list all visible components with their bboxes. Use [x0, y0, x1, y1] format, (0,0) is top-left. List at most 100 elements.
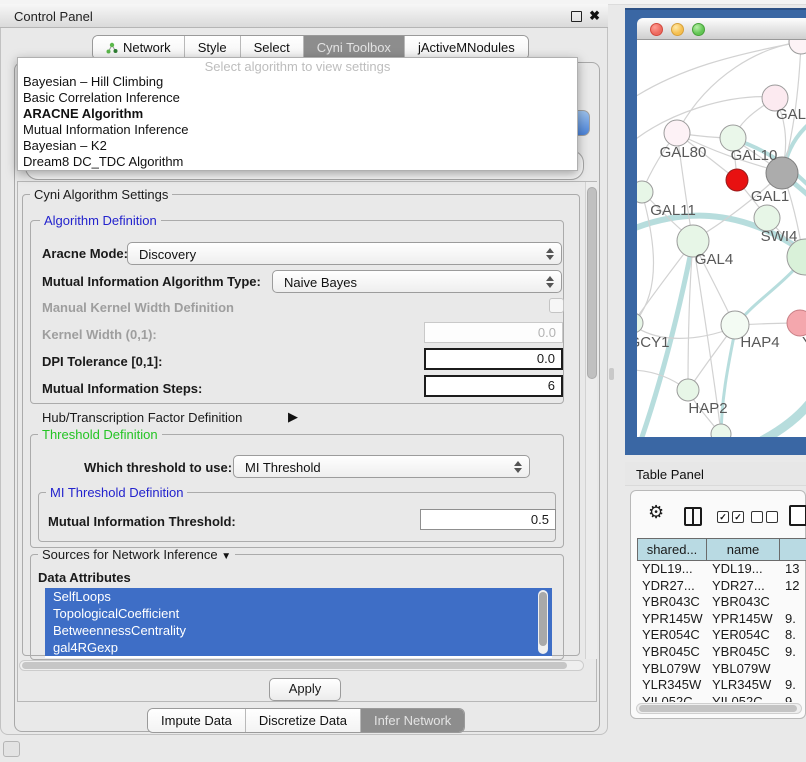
- settings-vertical-scrollbar[interactable]: [585, 182, 597, 659]
- columns-icon[interactable]: [684, 507, 702, 526]
- table-row[interactable]: YER054CYER054C8.: [637, 627, 806, 644]
- scrollbar-thumb[interactable]: [539, 592, 547, 646]
- tab-cyni-toolbox[interactable]: Cyni Toolbox: [303, 36, 404, 59]
- combo-stepper-icon: [546, 276, 554, 288]
- table-row[interactable]: YBL079WYBL079W: [637, 661, 806, 678]
- table-cell[interactable]: YIL052C: [637, 694, 707, 702]
- algorithm-option-basic-correlation-inference[interactable]: Basic Correlation Inference: [18, 90, 577, 106]
- export-table-icon[interactable]: [789, 505, 806, 526]
- scrollbar-thumb[interactable]: [639, 705, 797, 712]
- network-node[interactable]: [664, 120, 690, 146]
- attributes-list-scrollbar[interactable]: [538, 590, 548, 654]
- algorithm-option-aracne-algorithm[interactable]: ARACNE Algorithm: [18, 106, 577, 122]
- network-node[interactable]: [787, 310, 806, 336]
- tab-style[interactable]: Style: [184, 36, 240, 59]
- panel-divider-handle[interactable]: [609, 368, 614, 380]
- column-header-name[interactable]: name: [707, 538, 780, 561]
- table-cell[interactable]: YDR27...: [707, 578, 780, 595]
- attribute-item-gal4rgexp[interactable]: gal4RGexp: [45, 639, 552, 656]
- mi-algorithm-type-combo[interactable]: Naive Bayes: [272, 270, 562, 293]
- tab-network[interactable]: Network: [93, 36, 184, 59]
- settings-horizontal-scrollbar[interactable]: [19, 660, 584, 671]
- table-cell[interactable]: YBR043C: [637, 594, 707, 611]
- table-row[interactable]: YIL052CYIL052C9: [637, 694, 806, 702]
- network-canvas[interactable]: GALGAL80GAL10GAL1GAL11SWI4GAL4GCY1HAP4YH…: [637, 40, 806, 437]
- scrollbar-thumb[interactable]: [587, 187, 597, 379]
- table-cell[interactable]: YBR043C: [707, 594, 780, 611]
- tab-impute-data[interactable]: Impute Data: [148, 709, 245, 732]
- apply-button[interactable]: Apply: [269, 678, 341, 701]
- attribute-item-betweennesscentrality[interactable]: BetweennessCentrality: [45, 622, 552, 639]
- table-cell[interactable]: YDL19...: [637, 561, 707, 578]
- mi-threshold-field[interactable]: 0.5: [420, 509, 556, 530]
- manual-kernel-width-checkbox[interactable]: [549, 298, 564, 313]
- scrollbar-thumb[interactable]: [22, 662, 567, 669]
- dpi-tolerance-label: DPI Tolerance [0,1]:: [42, 354, 162, 369]
- close-icon[interactable]: ✖: [589, 8, 600, 24]
- hub-disclosure-arrow-icon[interactable]: ▶: [288, 409, 298, 425]
- table-cell[interactable]: 12: [780, 578, 806, 595]
- column-header-shared-[interactable]: shared...: [637, 538, 707, 561]
- tab-select[interactable]: Select: [240, 36, 303, 59]
- table-cell[interactable]: YDL19...: [707, 561, 780, 578]
- inference-algorithm-combo-fragment[interactable]: [576, 110, 590, 136]
- table-row[interactable]: YBR045CYBR045C9.: [637, 644, 806, 661]
- table-cell[interactable]: [780, 661, 806, 678]
- algorithm-option-dream8-dc-tdc-algorithm[interactable]: Dream8 DC_TDC Algorithm: [18, 154, 577, 170]
- tab-infer-network[interactable]: Infer Network: [360, 709, 464, 732]
- table-cell[interactable]: YIL052C: [707, 694, 780, 702]
- column-header-extra[interactable]: [780, 538, 806, 561]
- attribute-item-topologicalcoefficient[interactable]: TopologicalCoefficient: [45, 605, 552, 622]
- algorithm-option-bayesian-k2[interactable]: Bayesian – K2: [18, 138, 577, 154]
- table-row[interactable]: YBR043CYBR043C: [637, 594, 806, 611]
- hub-definition-label: Hub/Transcription Factor Definition: [42, 410, 242, 425]
- kernel-width-field[interactable]: 0.0: [424, 322, 563, 343]
- table-row[interactable]: YDR27...YDR27...12: [637, 578, 806, 595]
- network-node[interactable]: [726, 169, 748, 191]
- network-node[interactable]: [677, 379, 699, 401]
- table-cell[interactable]: [780, 594, 806, 611]
- table-cell[interactable]: YBR045C: [637, 644, 707, 661]
- table-cell[interactable]: 13: [780, 561, 806, 578]
- table-cell[interactable]: YLR345W: [637, 677, 707, 694]
- table-cell[interactable]: 9: [780, 694, 806, 702]
- table-horizontal-scrollbar[interactable]: [636, 703, 802, 714]
- table-cell[interactable]: YDR27...: [637, 578, 707, 595]
- table-cell[interactable]: YLR345W: [707, 677, 780, 694]
- tab-jactivemnodules[interactable]: jActiveMNodules: [404, 36, 528, 59]
- table-cell[interactable]: YER054C: [637, 627, 707, 644]
- tab-discretize-data[interactable]: Discretize Data: [245, 709, 360, 732]
- attribute-item-selfloops[interactable]: SelfLoops: [45, 588, 552, 605]
- which-threshold-combo[interactable]: MI Threshold: [233, 455, 530, 478]
- table-cell[interactable]: 9.: [780, 677, 806, 694]
- deselect-all-checkboxes-icon[interactable]: [751, 511, 778, 523]
- table-cell[interactable]: 8.: [780, 627, 806, 644]
- table-row[interactable]: YPR145WYPR145W9.: [637, 611, 806, 628]
- algorithm-option-mutual-information-inference[interactable]: Mutual Information Inference: [18, 122, 577, 138]
- zoom-traffic-light-icon[interactable]: [692, 23, 705, 36]
- table-cell[interactable]: 9.: [780, 611, 806, 628]
- close-traffic-light-icon[interactable]: [650, 23, 663, 36]
- sources-disclosure-arrow-icon[interactable]: ▼: [221, 551, 231, 562]
- table-row[interactable]: YLR345WYLR345W9.: [637, 677, 806, 694]
- float-window-icon[interactable]: [571, 11, 582, 22]
- network-node[interactable]: [789, 40, 806, 54]
- network-window-titlebar[interactable]: [637, 18, 806, 40]
- select-all-checkboxes-icon[interactable]: ✓ ✓: [717, 511, 744, 523]
- minimize-traffic-light-icon[interactable]: [671, 23, 684, 36]
- table-cell[interactable]: YPR145W: [637, 611, 707, 628]
- table-cell[interactable]: YBL079W: [637, 661, 707, 678]
- network-node-label: GAL: [776, 106, 806, 123]
- algorithm-option-bayesian-hill-climbing[interactable]: Bayesian – Hill Climbing: [18, 74, 577, 90]
- table-cell[interactable]: YPR145W: [707, 611, 780, 628]
- dpi-tolerance-field[interactable]: 0.0: [424, 348, 563, 370]
- mi-steps-field[interactable]: 6: [424, 375, 563, 397]
- table-cell[interactable]: 9.: [780, 644, 806, 661]
- gear-icon[interactable]: ⚙: [648, 503, 664, 521]
- aracne-mode-combo[interactable]: Discovery: [127, 242, 562, 265]
- table-cell[interactable]: YBL079W: [707, 661, 780, 678]
- table-cell[interactable]: YBR045C: [707, 644, 780, 661]
- table-cell[interactable]: YER054C: [707, 627, 780, 644]
- panel-toggle-icon[interactable]: [3, 741, 20, 757]
- table-row[interactable]: YDL19...YDL19...13: [637, 561, 806, 578]
